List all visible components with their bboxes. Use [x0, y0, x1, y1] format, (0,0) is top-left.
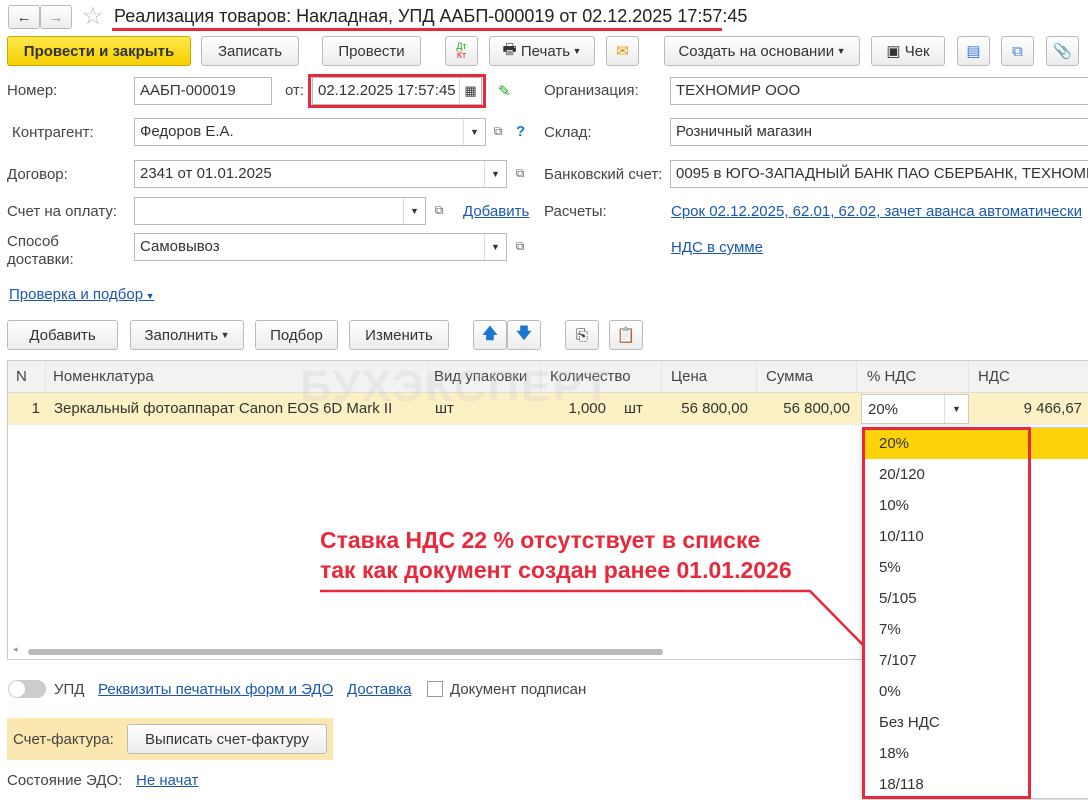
upd-toggle[interactable] [8, 680, 46, 698]
invoice-panel-label: Счет-фактура: [13, 731, 114, 748]
upd-label: УПД [54, 681, 85, 698]
dropdown-red-frame [862, 427, 1031, 799]
toggle-knob [9, 681, 25, 697]
delivery-link[interactable]: Доставка [347, 681, 411, 698]
signed-label: Документ подписан [450, 681, 587, 698]
issue-invoice-button[interactable]: Выписать счет-фактуру [127, 724, 327, 754]
edo-status-label: Состояние ЭДО: [7, 772, 123, 789]
print-forms-link[interactable]: Реквизиты печатных форм и ЭДО [98, 681, 333, 698]
edo-status-link[interactable]: Не начат [136, 772, 198, 789]
signed-checkbox[interactable] [427, 681, 443, 697]
